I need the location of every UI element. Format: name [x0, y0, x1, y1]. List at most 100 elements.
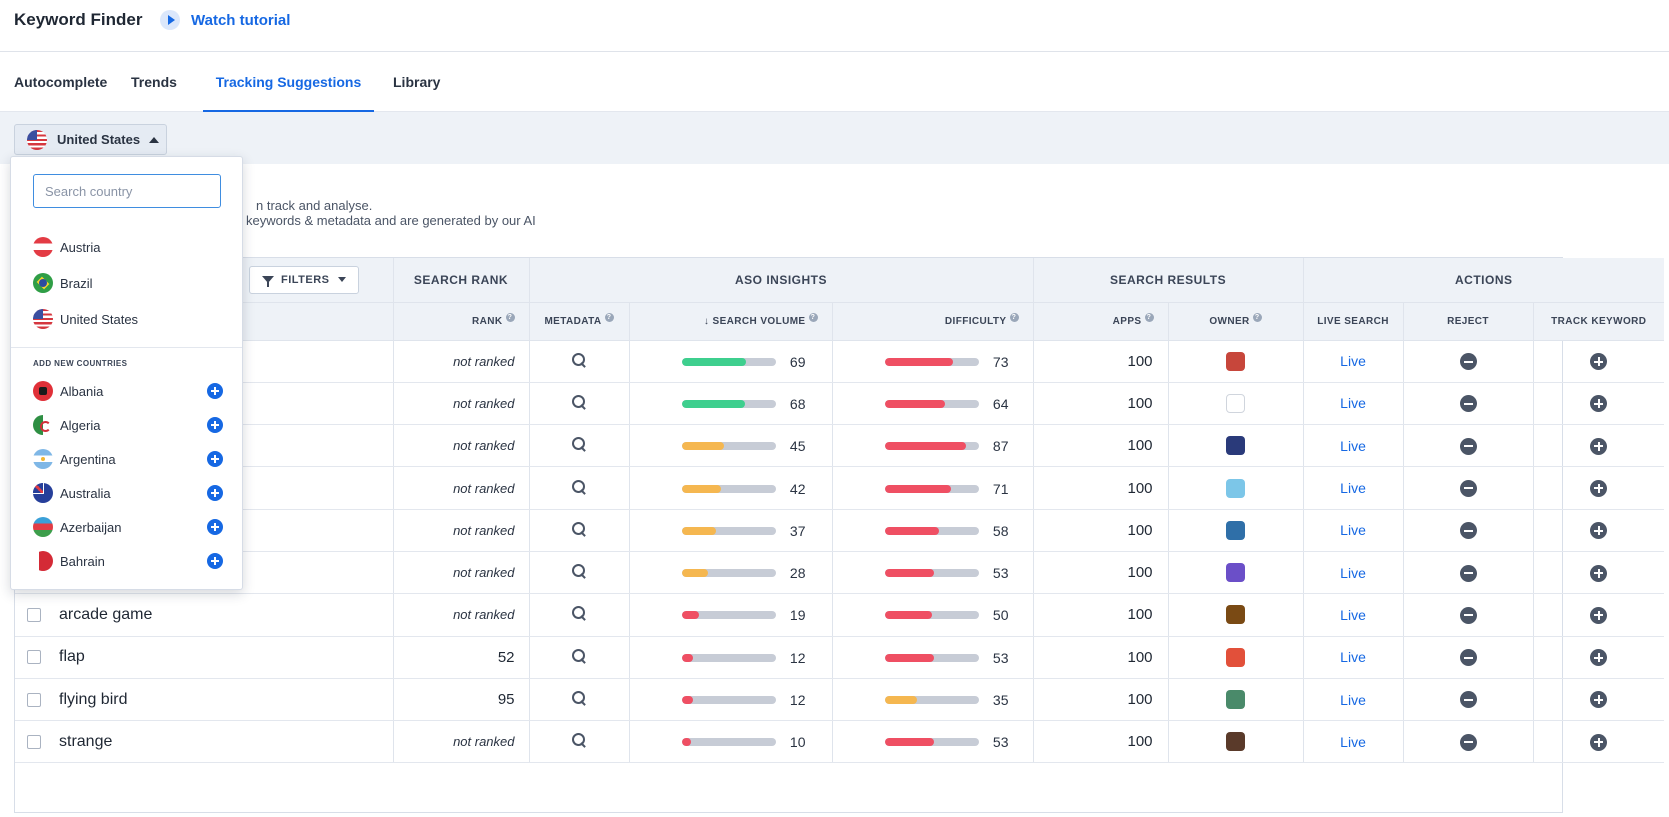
- minus-circle-icon[interactable]: [1459, 606, 1477, 624]
- add-country-icon[interactable]: [207, 451, 223, 467]
- live-search-link[interactable]: Live: [1340, 395, 1366, 411]
- minus-circle-icon[interactable]: [1459, 437, 1477, 455]
- search-volume-header-label: SEARCH VOLUME: [712, 315, 806, 327]
- minus-circle-icon[interactable]: [1459, 395, 1477, 413]
- plus-circle-icon[interactable]: [1590, 479, 1608, 497]
- tab-trends[interactable]: Trends: [131, 52, 177, 112]
- add-country-icon[interactable]: [207, 383, 223, 399]
- plus-circle-icon[interactable]: [1590, 733, 1608, 751]
- add-country-option[interactable]: Australia: [33, 482, 223, 504]
- live-search-link[interactable]: Live: [1340, 607, 1366, 623]
- owner-header[interactable]: OWNER?: [1168, 302, 1304, 341]
- plus-circle-icon[interactable]: [1590, 691, 1608, 709]
- search-volume-header[interactable]: ↓ SEARCH VOLUME?: [629, 302, 833, 341]
- search-icon[interactable]: [572, 733, 586, 747]
- search-icon[interactable]: [572, 648, 586, 663]
- live-search-link[interactable]: Live: [1340, 565, 1366, 581]
- help-icon[interactable]: ?: [1144, 312, 1154, 322]
- add-country-icon[interactable]: [207, 485, 223, 501]
- metadata-header[interactable]: METADATA?: [529, 302, 630, 341]
- apps-header[interactable]: APPS?: [1033, 302, 1169, 341]
- app-icon[interactable]: [1226, 690, 1246, 710]
- tab-library[interactable]: Library: [393, 52, 440, 112]
- minus-circle-icon[interactable]: [1459, 733, 1477, 751]
- live-search-link[interactable]: Live: [1340, 353, 1366, 369]
- tab-tracking-suggestions[interactable]: Tracking Suggestions: [203, 52, 374, 112]
- live-search-link[interactable]: Live: [1340, 522, 1366, 538]
- help-icon[interactable]: ?: [808, 312, 818, 322]
- rank-header[interactable]: RANK?: [393, 302, 530, 341]
- app-icon[interactable]: [1226, 436, 1246, 456]
- country-option[interactable]: United States: [33, 308, 223, 330]
- filters-button[interactable]: FILTERS: [249, 265, 359, 294]
- plus-circle-icon[interactable]: [1590, 522, 1608, 540]
- live-search-link[interactable]: Live: [1340, 692, 1366, 708]
- search-icon[interactable]: [572, 437, 586, 451]
- app-icon[interactable]: [1226, 393, 1246, 413]
- flag-icon: [33, 517, 53, 537]
- search-icon[interactable]: [572, 479, 586, 494]
- track-cell: [1533, 466, 1665, 510]
- row-checkbox[interactable]: [27, 692, 41, 707]
- help-icon[interactable]: ?: [1009, 312, 1019, 322]
- country-option[interactable]: Brazil: [33, 272, 223, 294]
- metadata-cell: [529, 720, 630, 764]
- track-cell: [1533, 551, 1665, 595]
- row-checkbox[interactable]: [27, 734, 41, 749]
- plus-circle-icon[interactable]: [1590, 353, 1608, 371]
- rank-value: not ranked: [393, 382, 530, 426]
- add-country-option[interactable]: Algeria: [33, 414, 223, 436]
- app-icon[interactable]: [1226, 351, 1246, 371]
- plus-circle-icon[interactable]: [1590, 649, 1608, 667]
- app-icon[interactable]: [1226, 478, 1246, 498]
- row-checkbox[interactable]: [27, 608, 41, 623]
- add-country-option[interactable]: Argentina: [33, 448, 223, 470]
- tab-autocomplete[interactable]: Autocomplete: [14, 52, 107, 112]
- search-icon[interactable]: [572, 691, 586, 705]
- app-icon[interactable]: [1226, 563, 1246, 583]
- add-country-icon[interactable]: [207, 553, 223, 569]
- plus-circle-icon[interactable]: [1590, 564, 1608, 582]
- country-selector-button[interactable]: United States: [14, 124, 167, 155]
- search-icon[interactable]: [572, 606, 586, 620]
- country-option[interactable]: Austria: [33, 236, 223, 258]
- search-icon[interactable]: [572, 521, 586, 536]
- flag-icon: [33, 415, 53, 435]
- app-icon[interactable]: [1226, 732, 1246, 752]
- minus-circle-icon[interactable]: [1459, 649, 1477, 667]
- plus-circle-icon[interactable]: [1590, 395, 1608, 413]
- row-checkbox[interactable]: [27, 650, 41, 665]
- live-search-link[interactable]: Live: [1340, 480, 1366, 496]
- search-icon[interactable]: [572, 352, 586, 367]
- add-country-option[interactable]: Azerbaijan: [33, 516, 223, 538]
- live-search-link[interactable]: Live: [1340, 649, 1366, 665]
- difficulty-header[interactable]: DIFFICULTY?: [832, 302, 1034, 341]
- reject-cell: [1403, 509, 1534, 552]
- watch-tutorial-link[interactable]: Watch tutorial: [160, 10, 290, 30]
- help-icon[interactable]: ?: [1252, 312, 1262, 322]
- plus-circle-icon[interactable]: [1590, 606, 1608, 624]
- add-country-option[interactable]: Bahrain: [33, 550, 223, 572]
- help-icon[interactable]: ?: [505, 312, 515, 322]
- difficulty-fill: [884, 569, 935, 578]
- search-icon[interactable]: [572, 564, 586, 578]
- add-country-icon[interactable]: [207, 519, 223, 535]
- live-search-link[interactable]: Live: [1340, 438, 1366, 454]
- minus-circle-icon[interactable]: [1459, 479, 1477, 497]
- minus-circle-icon[interactable]: [1459, 353, 1477, 371]
- app-icon[interactable]: [1226, 647, 1246, 667]
- add-country-option[interactable]: Albania: [33, 380, 223, 402]
- search-volume-cell: 19: [629, 593, 833, 637]
- add-country-icon[interactable]: [207, 417, 223, 433]
- app-icon[interactable]: [1226, 520, 1246, 540]
- search-icon[interactable]: [572, 394, 586, 409]
- search-country-input[interactable]: [33, 174, 221, 208]
- table-row: strange not ranked 10 53 100 Live: [15, 720, 1665, 764]
- help-icon[interactable]: ?: [604, 312, 614, 322]
- minus-circle-icon[interactable]: [1459, 564, 1477, 582]
- minus-circle-icon[interactable]: [1459, 522, 1477, 540]
- plus-circle-icon[interactable]: [1590, 437, 1608, 455]
- minus-circle-icon[interactable]: [1459, 691, 1477, 709]
- app-icon[interactable]: [1226, 605, 1246, 625]
- live-search-link[interactable]: Live: [1340, 734, 1366, 750]
